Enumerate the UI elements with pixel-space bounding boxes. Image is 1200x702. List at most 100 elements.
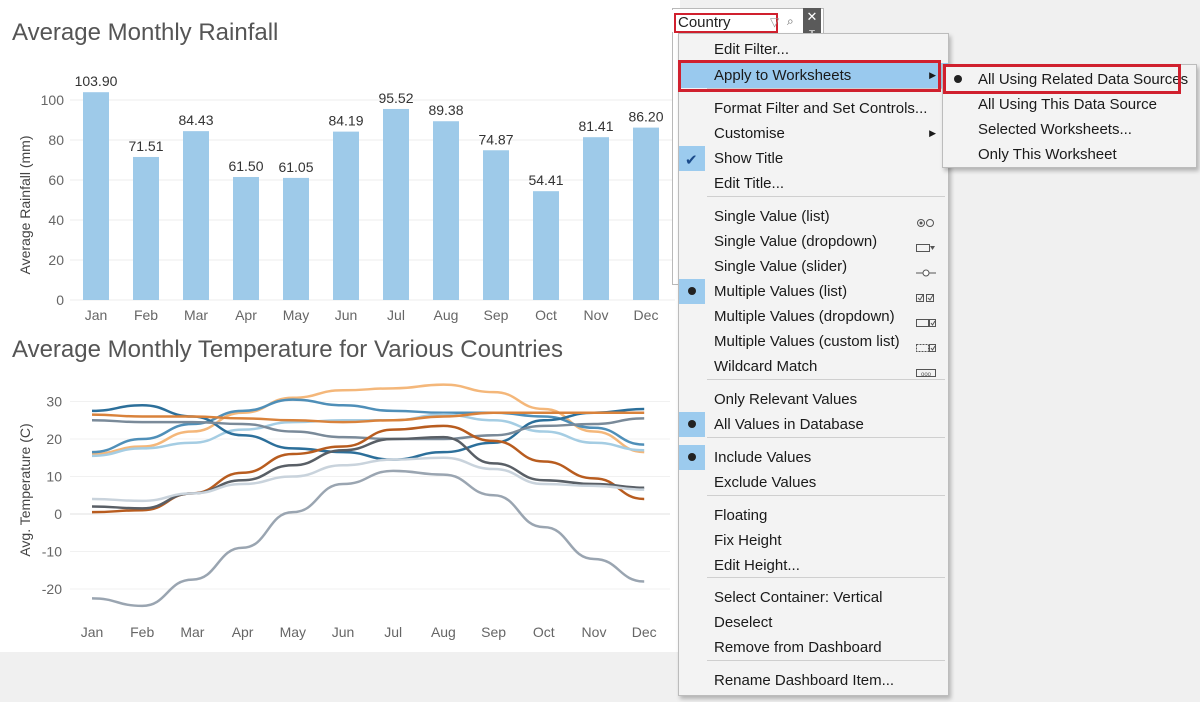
rainfall-y-tick: 0 bbox=[56, 292, 64, 308]
temperature-y-tick: 30 bbox=[46, 394, 62, 410]
submenu-arrow-icon: ▶ bbox=[929, 128, 936, 138]
menu-item-label: Format Filter and Set Controls... bbox=[714, 100, 928, 117]
menu-item-customise[interactable]: Customise ▶ bbox=[679, 121, 948, 146]
temperature-x-tick: Jun bbox=[332, 624, 355, 640]
rainfall-bar[interactable] bbox=[383, 108, 409, 301]
menu-item-only-relevant-values[interactable]: Only Relevant Values bbox=[679, 387, 948, 412]
menu-item-label: Edit Filter... bbox=[714, 41, 790, 58]
temperature-x-tick: Oct bbox=[533, 624, 555, 640]
funnel-icon[interactable]: ▽ bbox=[770, 15, 779, 29]
menu-item-single-value-slider[interactable]: Single Value (slider) bbox=[679, 254, 948, 279]
custom-list-icon bbox=[916, 336, 936, 352]
menu-item-edit-title[interactable]: Edit Title... bbox=[679, 171, 948, 196]
search-icon[interactable]: ⌕ bbox=[787, 14, 794, 29]
submenu-item-only-this-worksheet[interactable]: Only This Worksheet bbox=[943, 142, 1196, 167]
menu-item-wildcard-match[interactable]: Wildcard Match ooo bbox=[679, 354, 948, 379]
menu-item-all-values-in-database[interactable]: All Values in Database bbox=[679, 412, 948, 437]
rainfall-bar[interactable] bbox=[83, 92, 109, 300]
menu-item-multiple-values-list[interactable]: Multiple Values (list) bbox=[679, 279, 948, 304]
temperature-series-line[interactable] bbox=[91, 469, 645, 608]
menu-separator bbox=[707, 495, 945, 496]
menu-item-select-container-vertical[interactable]: Select Container: Vertical bbox=[679, 585, 948, 610]
rainfall-x-tick: Oct bbox=[535, 307, 557, 323]
dropdown-icon bbox=[916, 236, 936, 252]
menu-separator bbox=[707, 196, 945, 197]
close-icon[interactable]: ✕ bbox=[803, 8, 821, 26]
rainfall-y-tick: 100 bbox=[41, 92, 65, 108]
menu-item-exclude-values[interactable]: Exclude Values bbox=[679, 470, 948, 495]
rainfall-bar[interactable] bbox=[333, 131, 359, 300]
temperature-x-tick: Jan bbox=[81, 624, 104, 640]
rainfall-bar[interactable] bbox=[183, 131, 209, 300]
rainfall-bar-label: 84.43 bbox=[178, 112, 213, 128]
menu-item-label: Rename Dashboard Item... bbox=[714, 672, 895, 689]
menu-item-single-value-dropdown[interactable]: Single Value (dropdown) bbox=[679, 229, 948, 254]
menu-item-floating[interactable]: Floating bbox=[679, 503, 948, 528]
rainfall-bar-label: 71.51 bbox=[128, 138, 163, 154]
menu-item-label: Multiple Values (list) bbox=[714, 283, 848, 300]
temperature-y-tick: 20 bbox=[46, 431, 62, 447]
menu-item-label: Edit Height... bbox=[714, 557, 800, 574]
menu-item-label: Multiple Values (dropdown) bbox=[714, 308, 895, 325]
rainfall-bar[interactable] bbox=[133, 156, 159, 300]
menu-item-label: Fix Height bbox=[714, 532, 782, 549]
menu-item-edit-height[interactable]: Edit Height... bbox=[679, 553, 948, 578]
rainfall-bar[interactable] bbox=[233, 177, 259, 300]
temperature-x-tick: Dec bbox=[632, 624, 657, 640]
annotation-box-related bbox=[943, 64, 1181, 94]
rainfall-x-tick: Feb bbox=[134, 307, 158, 323]
menu-item-multiple-values-custom-list[interactable]: Multiple Values (custom list) bbox=[679, 329, 948, 354]
submenu-item-all-using-this-data-source[interactable]: All Using This Data Source bbox=[943, 92, 1196, 117]
filter-title[interactable]: Country bbox=[674, 13, 778, 33]
submenu-item-selected-worksheets[interactable]: Selected Worksheets... bbox=[943, 117, 1196, 142]
rainfall-y-tick: 40 bbox=[48, 212, 64, 228]
rainfall-bar-chart[interactable]: Average Rainfall (mm) 0 20 40 60 80 100 103.90 J… bbox=[0, 55, 680, 330]
temperature-chart-title: Average Monthly Temperature for Various … bbox=[12, 336, 563, 363]
temperature-line-chart[interactable]: Avg. Temperature (C) -20 -10 0 10 20 30 Jan Feb M… bbox=[0, 370, 680, 650]
menu-item-label: Edit Title... bbox=[714, 175, 785, 192]
selected-marker bbox=[679, 445, 705, 470]
temperature-y-tick: 10 bbox=[46, 469, 62, 485]
bullet-icon bbox=[688, 420, 696, 428]
rainfall-bar-label: 89.38 bbox=[428, 102, 463, 118]
filter-context-menu: Edit Filter... Apply to Worksheets ▶ Format… bbox=[678, 33, 949, 696]
rainfall-bar[interactable] bbox=[483, 150, 509, 300]
annotation-box-apply bbox=[678, 60, 941, 92]
menu-item-single-value-list[interactable]: Single Value (list) bbox=[679, 204, 948, 229]
menu-item-label: Deselect bbox=[714, 614, 773, 631]
rainfall-bar[interactable] bbox=[433, 121, 459, 301]
checkmark-icon: ✔ bbox=[685, 152, 698, 169]
menu-item-label: Include Values bbox=[714, 449, 812, 466]
menu-item-show-title[interactable]: ✔ Show Title bbox=[679, 146, 948, 171]
menu-item-label: Select Container: Vertical bbox=[714, 589, 883, 606]
menu-item-label: Single Value (slider) bbox=[714, 258, 848, 275]
menu-item-remove-from-dashboard[interactable]: Remove from Dashboard bbox=[679, 635, 948, 660]
menu-item-label: Show Title bbox=[714, 150, 784, 167]
rainfall-x-tick: Jul bbox=[387, 307, 405, 323]
menu-item-deselect[interactable]: Deselect bbox=[679, 610, 948, 635]
menu-item-include-values[interactable]: Include Values bbox=[679, 445, 948, 470]
menu-item-rename-dashboard-item[interactable]: Rename Dashboard Item... bbox=[679, 668, 948, 693]
rainfall-x-tick: Aug bbox=[434, 307, 459, 323]
menu-item-edit-filter[interactable]: Edit Filter... bbox=[679, 37, 948, 62]
rainfall-bar[interactable] bbox=[283, 177, 309, 300]
checkbox-icon bbox=[916, 286, 936, 302]
menu-item-label: Multiple Values (custom list) bbox=[714, 333, 900, 350]
submenu-item-label: Only This Worksheet bbox=[978, 146, 1117, 163]
rainfall-bar[interactable] bbox=[583, 137, 609, 300]
rainfall-bar-label: 86.20 bbox=[628, 109, 663, 125]
rainfall-bar[interactable] bbox=[633, 127, 659, 300]
temperature-series-line[interactable] bbox=[91, 435, 645, 510]
rainfall-bar[interactable] bbox=[533, 191, 559, 300]
temperature-y-tick: -20 bbox=[42, 581, 62, 597]
menu-item-label: Single Value (dropdown) bbox=[714, 233, 878, 250]
rainfall-bar-label: 84.19 bbox=[328, 113, 363, 129]
menu-item-multiple-values-dropdown[interactable]: Multiple Values (dropdown) bbox=[679, 304, 948, 329]
rainfall-x-tick: May bbox=[283, 307, 309, 323]
menu-item-fix-height[interactable]: Fix Height bbox=[679, 528, 948, 553]
temperature-x-tick: Aug bbox=[431, 624, 456, 640]
temperature-y-tick: -10 bbox=[42, 544, 62, 560]
menu-item-format-filter-and-set-controls[interactable]: Format Filter and Set Controls... bbox=[679, 96, 948, 121]
rainfall-x-tick: Sep bbox=[484, 307, 509, 323]
menu-separator bbox=[707, 437, 945, 438]
